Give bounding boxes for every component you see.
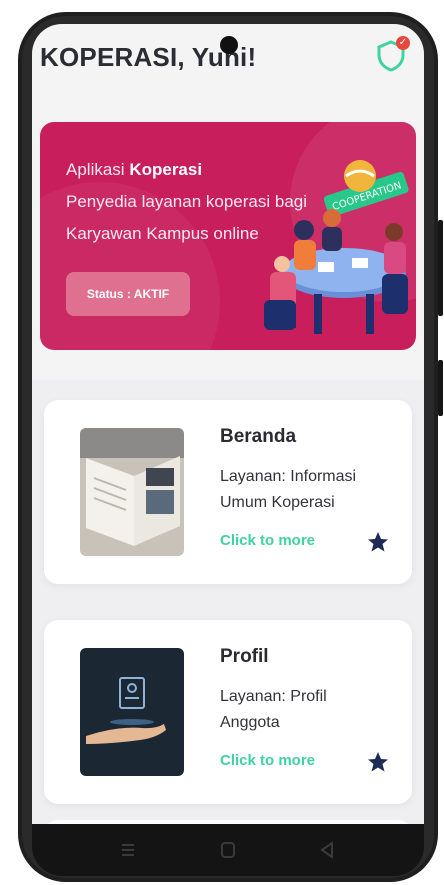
- back-icon[interactable]: [316, 838, 340, 862]
- promo-banner: Aplikasi Koperasi Penyedia layanan koper…: [40, 122, 416, 350]
- card-beranda[interactable]: Beranda Layanan: Informasi Umum Koperasi …: [44, 400, 412, 584]
- card-description: Layanan: Profil Anggota: [220, 688, 327, 731]
- banner-headline: Aplikasi Koperasi: [66, 160, 203, 179]
- hand-profile-image: [80, 648, 184, 776]
- volume-button: [438, 220, 443, 316]
- card-title: Beranda: [220, 426, 297, 447]
- check-badge-icon: ✓: [396, 36, 410, 50]
- cooperation-illustration-icon: COOPERATION: [264, 160, 409, 334]
- app-screen: KOPERASI, Yuni! ✓ Aplikasi Koperasi Peny…: [32, 24, 424, 824]
- star-icon[interactable]: [366, 530, 390, 554]
- card-profil[interactable]: Profil Layanan: Profil Anggota Click to m…: [44, 620, 412, 804]
- status-button[interactable]: Status : AKTIF: [66, 272, 190, 316]
- click-to-more-link[interactable]: Click to more: [220, 752, 315, 769]
- open-book-image: [80, 428, 184, 556]
- card-description: Layanan: Informasi Umum Koperasi: [220, 468, 357, 511]
- power-button: [438, 360, 443, 416]
- banner-line-3: Karyawan Kampus online: [66, 224, 259, 243]
- home-icon[interactable]: [216, 838, 240, 862]
- shield-check-icon[interactable]: ✓: [376, 36, 410, 72]
- click-to-more-link[interactable]: Click to more: [220, 532, 315, 549]
- menu-icon[interactable]: [116, 838, 140, 862]
- system-nav-bar: [32, 824, 424, 876]
- card-title: Profil: [220, 646, 269, 667]
- front-camera: [220, 36, 238, 54]
- star-icon[interactable]: [366, 750, 390, 774]
- menu-list: Beranda Layanan: Informasi Umum Koperasi …: [32, 380, 424, 824]
